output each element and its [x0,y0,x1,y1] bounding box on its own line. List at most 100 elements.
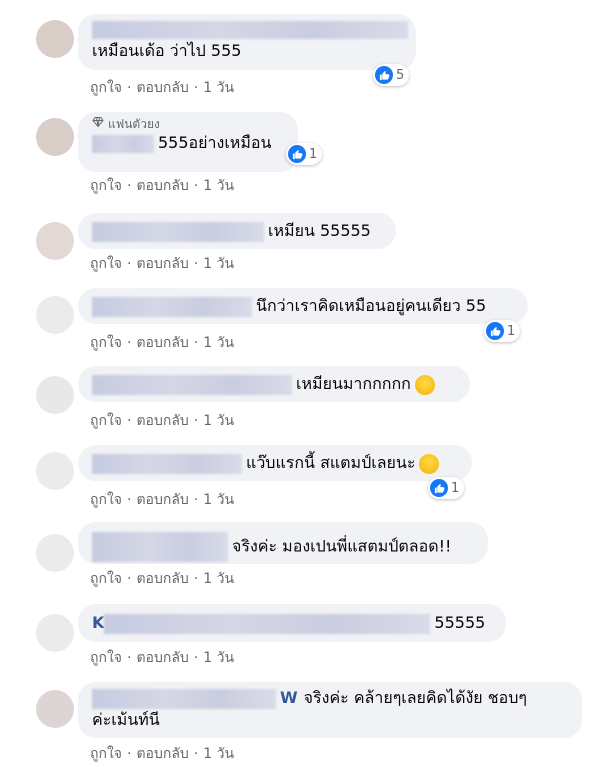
reply-link[interactable]: ตอบกลับ [136,746,188,762]
avatar[interactable] [36,690,74,728]
comment-actions: ถูกใจ · ตอบกลับ · 1 วัน [90,253,234,275]
separator: · [127,571,132,587]
author-initial[interactable]: K [92,613,104,632]
separator: · [193,80,199,96]
blurred-author-name [92,20,408,39]
reaction-count[interactable]: 1 [286,143,323,165]
timestamp[interactable]: 1 วัน [203,650,234,666]
reply-link[interactable]: ตอบกลับ [136,650,188,666]
comment-actions: ถูกใจ · ตอบกลับ · 1 วัน [90,410,234,432]
like-link[interactable]: ถูกใจ [90,413,122,429]
separator: · [127,256,132,272]
separator: · [127,650,132,666]
comment-text: 555อย่างเหมือน [158,133,272,152]
reply-link[interactable]: ตอบกลับ [136,178,188,194]
like-link[interactable]: ถูกใจ [90,80,122,96]
reaction-count[interactable]: 5 [373,64,410,86]
reply-link[interactable]: ตอบกลับ [136,492,188,508]
comment-bubble: W จริงค่ะ คล้ายๆเลยคิดได้งัย ชอบๆ ค่ะเม้น… [78,682,582,738]
separator: · [127,335,132,351]
author-initial[interactable]: W [280,688,298,707]
timestamp[interactable]: 1 วัน [203,746,234,762]
separator: · [127,492,132,508]
reply-link[interactable]: ตอบกลับ [136,80,188,96]
reaction-count[interactable]: 1 [484,320,521,342]
blurred-author-name [92,296,252,317]
comment-text: นึกว่าเราคิดเหมือนอยู่คนเดียว 55 [256,296,487,315]
separator: · [193,335,199,351]
comment-text: เหมียน 55555 [268,221,371,240]
avatar[interactable] [36,534,74,572]
separator: · [127,413,132,429]
comment-actions: ถูกใจ · ตอบกลับ · 1 วัน [90,647,234,669]
separator: · [193,492,199,508]
thumbs-up-icon [288,145,306,163]
separator: · [127,178,132,194]
timestamp[interactable]: 1 วัน [203,178,234,194]
blurred-author-name [92,221,264,242]
thumbs-up-icon [430,479,448,497]
comment-text: เหมือนเด้อ ว่าไป 555 [92,41,242,60]
comment-actions: ถูกใจ · ตอบกลับ · 1 วัน [90,489,234,511]
reaction-number: 1 [309,146,318,162]
like-link[interactable]: ถูกใจ [90,178,122,194]
like-link[interactable]: ถูกใจ [90,335,122,351]
timestamp[interactable]: 1 วัน [203,335,234,351]
reply-link[interactable]: ตอบกลับ [136,335,188,351]
like-link[interactable]: ถูกใจ [90,746,122,762]
avatar[interactable] [36,20,74,58]
avatar[interactable] [36,452,74,490]
comment-actions: ถูกใจ · ตอบกลับ · 1 วัน [90,175,234,197]
avatar[interactable] [36,222,74,260]
blurred-author-name [92,374,292,395]
timestamp[interactable]: 1 วัน [203,256,234,272]
like-link[interactable]: ถูกใจ [90,256,122,272]
comment-bubble: แฟนตัวยง 555อย่างเหมือน [78,112,298,172]
comment-text-continued: ค่ะเม้นท์นี [92,710,160,729]
blurred-author-name [92,453,242,474]
blurred-author-name [92,688,276,709]
like-link[interactable]: ถูกใจ [90,650,122,666]
thumbs-up-icon [486,322,504,340]
thumbs-up-icon [375,66,393,84]
comment-text: จริงค่ะ มองเปนพี่แสตมป์ตลอด!! [232,536,452,556]
separator: · [127,80,132,96]
blurred-author-name [104,613,431,634]
like-link[interactable]: ถูกใจ [90,492,122,508]
comment-text: แว๊บแรกนี้ สแตมป์เลยนะ [246,453,416,472]
reaction-number: 5 [396,67,405,83]
top-fan-badge: แฟนตัวยง [92,112,284,132]
comment-text: 55555 [434,613,486,632]
reaction-number: 1 [451,480,460,496]
avatar[interactable] [36,614,74,652]
reply-link[interactable]: ตอบกลับ [136,256,188,272]
separator: · [193,571,199,587]
comment-bubble: แว๊บแรกนี้ สแตมป์เลยนะ [78,445,472,481]
comment-text: เหมียนมากกกกก [296,374,411,393]
reply-link[interactable]: ตอบกลับ [136,571,188,587]
reaction-count[interactable]: 1 [428,477,465,499]
separator: · [193,256,199,272]
like-link[interactable]: ถูกใจ [90,571,122,587]
comment-actions: ถูกใจ · ตอบกลับ · 1 วัน [90,568,234,590]
diamond-icon [92,116,104,132]
comment-bubble: เหมือนเด้อ ว่าไป 555 [78,14,416,70]
timestamp[interactable]: 1 วัน [203,492,234,508]
fan-badge-label: แฟนตัวยง [108,117,160,131]
comment-bubble: เหมียนมากกกกก [78,366,470,402]
laughing-emoji-icon [419,453,440,474]
separator: · [127,746,132,762]
separator: · [193,650,199,666]
separator: · [193,746,199,762]
avatar[interactable] [36,296,74,334]
timestamp[interactable]: 1 วัน [203,80,234,96]
comment-bubble: เหมียน 55555 [78,213,396,249]
timestamp[interactable]: 1 วัน [203,413,234,429]
blurred-author-name [92,532,228,562]
comment-bubble: จริงค่ะ มองเปนพี่แสตมป์ตลอด!! [78,522,488,564]
blurred-author-name [92,134,154,153]
reply-link[interactable]: ตอบกลับ [136,413,188,429]
avatar[interactable] [36,118,74,156]
avatar[interactable] [36,376,74,414]
timestamp[interactable]: 1 วัน [203,571,234,587]
